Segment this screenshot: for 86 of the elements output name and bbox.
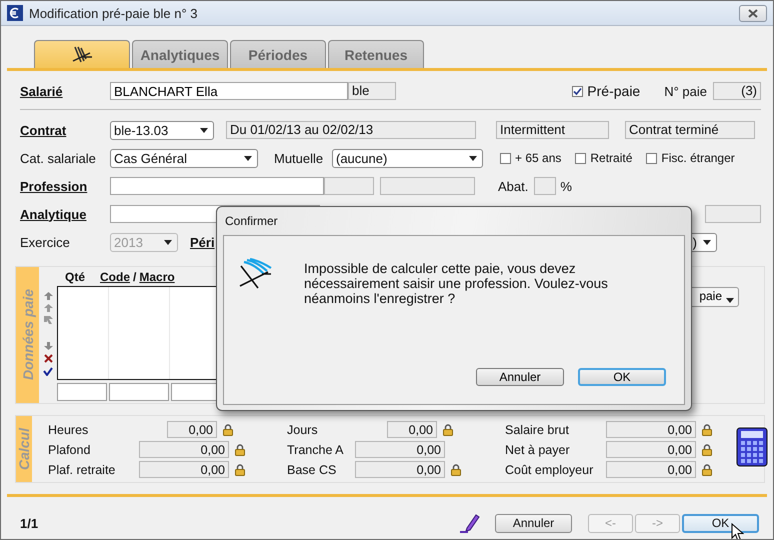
dialog-title: Confirmer <box>224 213 279 230</box>
pencil-icon[interactable] <box>459 513 481 533</box>
amount-field: 0,00 <box>167 421 217 438</box>
caret-icon <box>469 156 477 160</box>
deckchair-icon <box>71 44 93 64</box>
calculator-icon[interactable] <box>736 427 768 467</box>
field-label[interactable]: Contrat <box>20 122 110 138</box>
field-label: Heures <box>48 422 90 436</box>
field-label: Coût employeur <box>505 462 594 476</box>
amount-field: 0,00 <box>139 461 229 478</box>
page-counter: 1/1 <box>20 516 38 530</box>
field-label[interactable]: Analytique <box>20 206 110 222</box>
checkbox-label: Retraité <box>590 151 632 165</box>
checkbox[interactable] <box>500 152 511 164</box>
contract-type-field: Intermittent <box>496 121 609 139</box>
panel-title: Données paie <box>20 289 36 381</box>
profession-field[interactable] <box>110 177 324 195</box>
panel-title: Calcul <box>16 428 32 470</box>
field-label[interactable]: Péri <box>190 234 215 250</box>
amount-field: 0,00 <box>387 421 437 438</box>
app-icon <box>7 5 23 21</box>
close-button[interactable] <box>739 4 767 22</box>
tab[interactable]: Analytiques <box>132 40 228 68</box>
profession-code-field <box>324 177 374 195</box>
contract-status-field: Contrat terminé <box>625 121 755 139</box>
cursor-icon <box>731 523 744 539</box>
caret-icon <box>703 240 711 244</box>
contract-dates-field: Du 01/02/13 au 02/02/13 <box>226 121 476 139</box>
delete-icon[interactable] <box>44 354 52 363</box>
allowance-field <box>534 177 556 195</box>
caret-icon <box>726 298 734 303</box>
field-label: Abat. <box>498 178 528 194</box>
amount-field: 0,00 <box>606 441 696 458</box>
field-label[interactable]: Profession <box>20 178 110 194</box>
checkbox-label: Fisc. étranger <box>661 151 735 165</box>
field-label: Plaf. retraite <box>48 462 116 476</box>
pay-number-field: (3) <box>713 82 761 100</box>
field-label: Exercice <box>20 234 71 250</box>
checkbox-label: + 65 ans <box>515 151 562 165</box>
checkbox[interactable] <box>646 152 658 164</box>
amount-field: 0,00 <box>139 441 229 458</box>
field-label[interactable]: Salarié <box>20 84 110 98</box>
caret-icon <box>200 128 208 132</box>
check-icon[interactable] <box>43 367 53 376</box>
total-field <box>109 383 169 401</box>
caret-icon <box>244 156 252 160</box>
category-dropdown[interactable]: Cas Général <box>110 148 258 168</box>
field-label: Tranche A <box>287 442 345 456</box>
field-label: Mutuelle <box>274 150 324 166</box>
window-title: Modification pré-paie ble n° 3 <box>29 6 198 20</box>
tab[interactable]: Périodes <box>230 40 326 68</box>
dialog-button[interactable]: OK <box>578 368 666 386</box>
amount-field: 0,00 <box>606 461 696 478</box>
separator-text: / <box>133 270 136 284</box>
close-icon <box>748 8 758 18</box>
field-label: N° paie <box>664 84 707 98</box>
tab[interactable]: Retenues <box>328 40 424 68</box>
field-label: Plafond <box>48 442 92 456</box>
employee-code-field: ble <box>348 82 396 100</box>
dialog-message: Impossible de calculer cette paie, vous devez nécessairement saisir une profession. Voulez-vous néanmoins l'enregistrer ? <box>304 261 609 306</box>
checkbox[interactable] <box>572 86 584 96</box>
analytic-detail-field <box>705 205 761 223</box>
field-label: Base CS <box>287 462 338 476</box>
contract-dropdown[interactable]: ble-13.03 <box>110 120 214 140</box>
amount-field: 0,00 <box>606 421 696 438</box>
tab[interactable] <box>34 40 130 68</box>
checkbox[interactable] <box>575 152 586 164</box>
column-header[interactable]: Macro <box>139 270 175 284</box>
field-label: Salaire brut <box>505 422 570 436</box>
percent-unit: % <box>560 178 572 194</box>
field-label: Net à payer <box>505 442 571 456</box>
caret-icon <box>164 240 172 244</box>
arrow-down-icon[interactable] <box>44 342 52 350</box>
checkbox-label: Pré-paie <box>587 83 640 99</box>
column-header[interactable]: Code <box>100 270 130 284</box>
column-header: Qté <box>65 270 86 284</box>
total-field <box>57 383 107 401</box>
footer-button[interactable]: OK <box>682 514 759 532</box>
footer-button[interactable]: Annuler <box>495 514 572 532</box>
dialog-button[interactable]: Annuler <box>476 368 564 386</box>
amount-field: 0,00 <box>355 441 445 458</box>
employee-field[interactable]: BLANCHART Ella <box>110 82 348 100</box>
mutual-dropdown[interactable]: (aucune) <box>332 148 483 168</box>
field-label: Jours <box>287 422 319 436</box>
amount-field: 0,00 <box>355 461 445 478</box>
field-label: Cat. salariale <box>20 150 97 166</box>
